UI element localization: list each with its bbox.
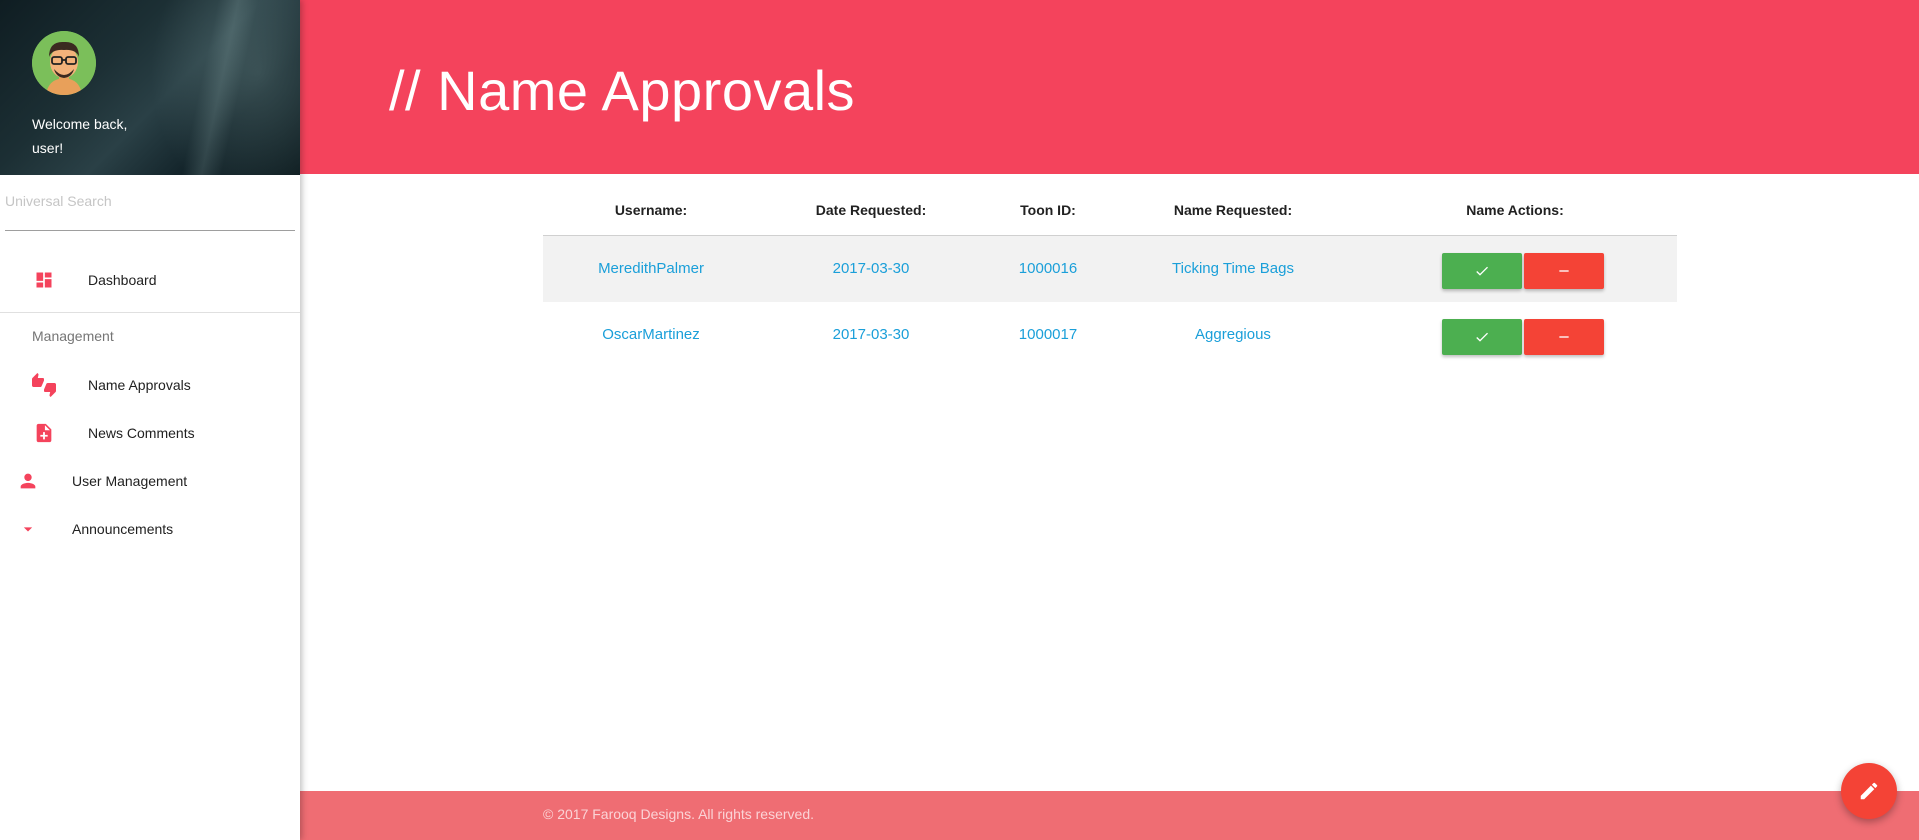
deny-button[interactable] — [1524, 253, 1604, 289]
sidebar-item-label: Name Approvals — [88, 377, 191, 393]
sidebar-item-label: User Management — [72, 473, 188, 489]
note-add-icon — [32, 421, 56, 445]
search-input[interactable] — [5, 189, 295, 213]
toon-id-link[interactable]: 1000017 — [983, 302, 1113, 368]
arrow-drop-down-icon — [16, 517, 40, 541]
username-link[interactable]: MeredithPalmer — [543, 236, 759, 302]
user-panel: Welcome back, user! — [0, 0, 300, 175]
divider — [0, 312, 300, 313]
name-requested-link[interactable]: Ticking Time Bags — [1113, 236, 1353, 302]
sidebar-item-dashboard[interactable]: Dashboard — [0, 258, 300, 302]
sidebar-item-announcements[interactable]: Announcements — [0, 507, 300, 551]
universal-search — [5, 175, 295, 231]
pencil-icon — [1860, 782, 1878, 800]
minus-icon — [1559, 336, 1569, 338]
deny-button[interactable] — [1524, 319, 1604, 355]
username-link[interactable]: OscarMartinez — [543, 302, 759, 368]
column-header-username: Username: — [614, 202, 688, 218]
sidebar-item-label: News Comments — [88, 425, 195, 441]
edit-fab-button[interactable] — [1841, 763, 1897, 819]
table-row: MeredithPalmer 2017-03-30 1000016 Tickin… — [543, 236, 1677, 302]
page-header: // Name Approvals — [300, 0, 1919, 174]
toon-id-link[interactable]: 1000016 — [983, 236, 1113, 302]
page-title: // Name Approvals — [389, 59, 856, 122]
welcome-line-1: Welcome back, — [32, 116, 128, 132]
name-approvals-table: Username: Date Requested: Toon ID: Name … — [543, 190, 1677, 368]
column-header-date-requested: Date Requested: — [815, 202, 927, 218]
sidebar-item-news-comments[interactable]: News Comments — [0, 411, 300, 455]
copyright-text: © 2017 Farooq Designs. All rights reserv… — [543, 806, 815, 822]
column-header-name-requested: Name Requested: — [1173, 202, 1293, 218]
sidebar-item-label: Dashboard — [88, 272, 157, 288]
approve-button[interactable] — [1442, 253, 1522, 289]
date-requested-link[interactable]: 2017-03-30 — [759, 302, 983, 368]
minus-icon — [1559, 270, 1569, 272]
sidebar-item-name-approvals[interactable]: Name Approvals — [0, 363, 300, 407]
avatar[interactable] — [32, 31, 96, 95]
section-label-management: Management — [32, 328, 114, 344]
table-row: OscarMartinez 2017-03-30 1000017 Aggregi… — [543, 302, 1677, 368]
sidebar: Welcome back, user! Dashboard Management… — [0, 0, 300, 840]
dashboard-icon — [32, 268, 56, 292]
sidebar-item-user-management[interactable]: User Management — [0, 459, 300, 503]
check-icon — [1476, 332, 1488, 342]
page-footer: © 2017 Farooq Designs. All rights reserv… — [300, 791, 1919, 840]
sidebar-item-label: Announcements — [72, 521, 174, 537]
column-header-toon-id: Toon ID: — [1020, 202, 1076, 218]
date-requested-link[interactable]: 2017-03-30 — [759, 236, 983, 302]
person-icon — [16, 469, 40, 493]
thumbs-up-down-icon — [32, 373, 56, 397]
table-header: Username: Date Requested: Toon ID: Name … — [543, 190, 1677, 236]
column-header-name-actions: Name Actions: — [1466, 202, 1564, 218]
welcome-username: user! — [32, 140, 64, 156]
welcome-message: Welcome back, user! — [32, 112, 127, 160]
approve-button[interactable] — [1442, 319, 1522, 355]
name-requested-link[interactable]: Aggregious — [1113, 302, 1353, 368]
check-icon — [1476, 266, 1488, 276]
